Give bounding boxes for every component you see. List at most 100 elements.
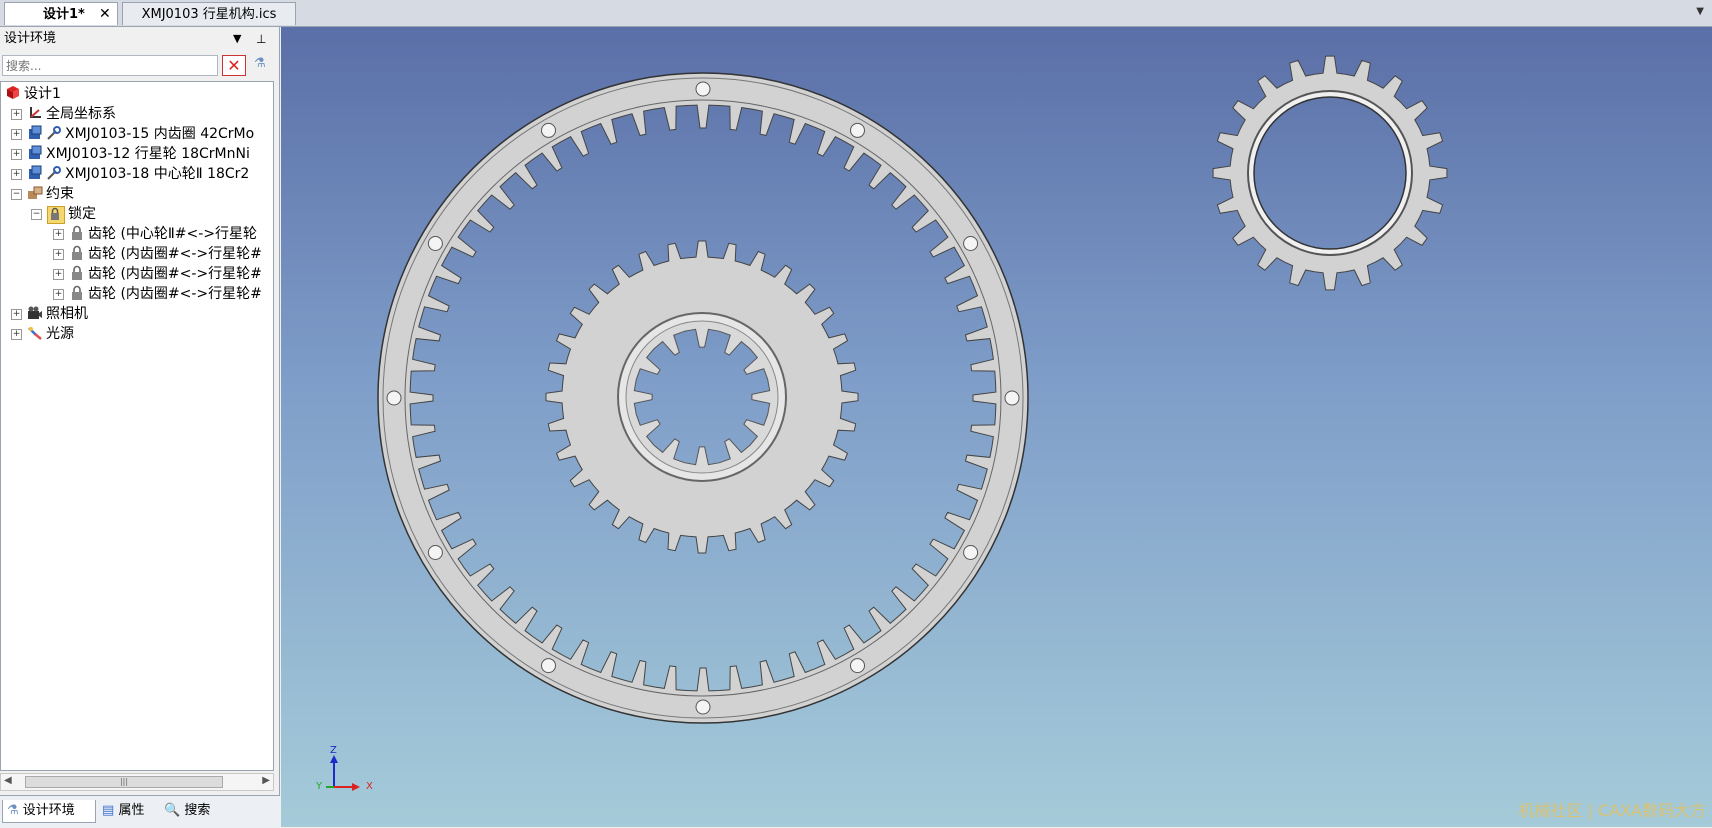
- planet-gear[interactable]: [1212, 55, 1448, 291]
- tab-design1-label: 设计1*: [43, 7, 85, 22]
- close-icon[interactable]: ✕: [99, 3, 111, 26]
- scroll-thumb[interactable]: |||: [25, 776, 223, 788]
- tree-label: 齿轮 (内齿圈#<->行星轮#: [88, 266, 262, 282]
- search-options-icon[interactable]: ⚗: [254, 56, 266, 71]
- bolt-hole: [541, 122, 556, 138]
- expand-icon[interactable]: +: [11, 169, 22, 180]
- axis-x-label: X: [366, 781, 373, 792]
- coordinate-system-icon: [27, 105, 43, 121]
- tree-label: 约束: [46, 186, 74, 202]
- tree-label: 全局坐标系: [46, 106, 116, 122]
- pin-icon[interactable]: ⊥: [256, 27, 266, 51]
- bolt-hole: [695, 81, 711, 97]
- axis-z-label: Z: [330, 745, 337, 756]
- tree-label: 照相机: [46, 306, 88, 322]
- tab-design1[interactable]: 设计1* ✕: [4, 2, 118, 25]
- sun-gear[interactable]: [545, 240, 859, 554]
- axis-y-label: Y: [316, 781, 323, 792]
- horizontal-scrollbar[interactable]: ◀ ||| ▶: [0, 773, 274, 791]
- clear-search-icon[interactable]: ✕: [222, 55, 246, 76]
- design-environment-panel: 设计环境 ▼ ⊥ ✕ ⚗ 设计1 + 全局坐标系 + XMJ0103-15: [0, 27, 280, 828]
- document-tab-bar: 设计1* ✕ XMJ0103 行星机构.ics ▼: [0, 0, 1712, 27]
- expand-icon[interactable]: +: [53, 229, 64, 240]
- scroll-left-icon[interactable]: ◀: [4, 775, 12, 786]
- tree-node-part-18[interactable]: + XMJ0103-18 中心轮Ⅱ 18Cr2: [11, 164, 249, 184]
- expand-icon[interactable]: +: [11, 329, 22, 340]
- design-icon: [5, 85, 21, 101]
- scroll-right-icon[interactable]: ▶: [262, 775, 270, 786]
- expand-icon[interactable]: +: [11, 129, 22, 140]
- part-icon: [27, 125, 43, 141]
- part-icon: [27, 165, 43, 181]
- lock-icon: [47, 206, 65, 224]
- search-icon: 🔍: [164, 803, 181, 818]
- panel-bottom-tabs: ⚗ 设计环境 ▤ 属性 🔍 搜索: [0, 795, 280, 828]
- search-input[interactable]: [2, 55, 218, 76]
- bolt-hole: [427, 545, 443, 560]
- bolt-hole: [963, 236, 979, 251]
- tab-label: 设计环境: [22, 803, 75, 818]
- lock-icon: [69, 265, 85, 281]
- collapse-icon[interactable]: −: [11, 189, 22, 200]
- tree-node-camera[interactable]: + 照相机: [11, 304, 88, 324]
- tab-xmj0103-label: XMJ0103 行星机构.ics: [141, 7, 277, 22]
- tree-node-global-coords[interactable]: + 全局坐标系: [11, 104, 116, 124]
- bolt-hole: [695, 699, 711, 715]
- tab-search[interactable]: 🔍 搜索: [160, 800, 214, 822]
- lock-icon: [69, 225, 85, 241]
- camera-icon: [27, 305, 43, 321]
- link-icon: [46, 165, 62, 181]
- search-row: ✕ ⚗: [0, 54, 280, 78]
- tree-node-part-12[interactable]: + XMJ0103-12 行星轮 18CrMnNi: [11, 144, 250, 164]
- tree-node-constraints[interactable]: − 约束: [11, 184, 74, 204]
- flask-icon: ⚗: [7, 803, 19, 818]
- tab-properties[interactable]: ▤ 属性: [98, 800, 148, 822]
- tree-node-part-15[interactable]: + XMJ0103-15 内齿圈 42CrMo: [11, 124, 254, 144]
- tree-node-lock[interactable]: − 锁定: [31, 204, 96, 224]
- tab-label: 搜索: [184, 803, 211, 818]
- expand-icon[interactable]: +: [53, 249, 64, 260]
- tree-node-gear-constraint[interactable]: + 齿轮 (内齿圈#<->行星轮#: [53, 244, 262, 264]
- axis-triad: Z Y X: [314, 745, 394, 805]
- expand-icon[interactable]: +: [53, 289, 64, 300]
- tree-node-gear-constraint[interactable]: + 齿轮 (中心轮Ⅱ#<->行星轮: [53, 224, 257, 244]
- planet-bore: [1253, 96, 1407, 250]
- bolt-hole: [427, 236, 443, 251]
- tree-node-design1[interactable]: 设计1: [5, 84, 61, 104]
- tree-label: 齿轮 (中心轮Ⅱ#<->行星轮: [88, 226, 258, 242]
- tab-label: 属性: [118, 803, 145, 818]
- lock-icon: [69, 245, 85, 261]
- 3d-viewport[interactable]: Z Y X 机械社区 | CAXA数码大方: [281, 27, 1712, 827]
- bolt-hole: [386, 390, 402, 406]
- tree-label: XMJ0103-12 行星轮 18CrMnNi: [46, 146, 250, 162]
- gear-scene: [377, 55, 1448, 724]
- expand-icon[interactable]: +: [11, 309, 22, 320]
- tree-label: 锁定: [68, 206, 96, 222]
- tree-label: 设计1: [24, 86, 61, 102]
- tree-label: XMJ0103-15 内齿圈 42CrMo: [65, 126, 255, 142]
- tree-label: XMJ0103-18 中心轮Ⅱ 18Cr2: [65, 166, 250, 182]
- expand-icon[interactable]: +: [53, 269, 64, 280]
- tree-node-light-source[interactable]: + 光源: [11, 324, 74, 344]
- bolt-hole: [850, 122, 865, 138]
- bolt-hole: [541, 658, 556, 674]
- link-icon: [46, 125, 62, 141]
- tab-xmj0103[interactable]: XMJ0103 行星机构.ics: [122, 2, 296, 25]
- design-tree: 设计1 + 全局坐标系 + XMJ0103-15 内齿圈 42CrMo + XM…: [0, 81, 274, 771]
- tab-design-environment[interactable]: ⚗ 设计环境: [2, 800, 96, 823]
- bolt-hole: [850, 658, 865, 674]
- constraint-icon: [27, 185, 43, 201]
- watermark: 机械社区 | CAXA数码大方: [1518, 801, 1706, 820]
- tree-label: 齿轮 (内齿圈#<->行星轮#: [88, 286, 262, 302]
- part-icon: [27, 145, 43, 161]
- panel-dropdown-icon[interactable]: ▼: [233, 27, 241, 51]
- expand-icon[interactable]: +: [11, 109, 22, 120]
- collapse-icon[interactable]: −: [31, 209, 42, 220]
- tab-list-dropdown-icon[interactable]: ▼: [1696, 6, 1704, 17]
- tree-label: 光源: [46, 326, 74, 342]
- expand-icon[interactable]: +: [11, 149, 22, 160]
- light-icon: [27, 325, 43, 341]
- tree-node-gear-constraint[interactable]: + 齿轮 (内齿圈#<->行星轮#: [53, 284, 262, 304]
- lock-icon: [69, 285, 85, 301]
- tree-node-gear-constraint[interactable]: + 齿轮 (内齿圈#<->行星轮#: [53, 264, 262, 284]
